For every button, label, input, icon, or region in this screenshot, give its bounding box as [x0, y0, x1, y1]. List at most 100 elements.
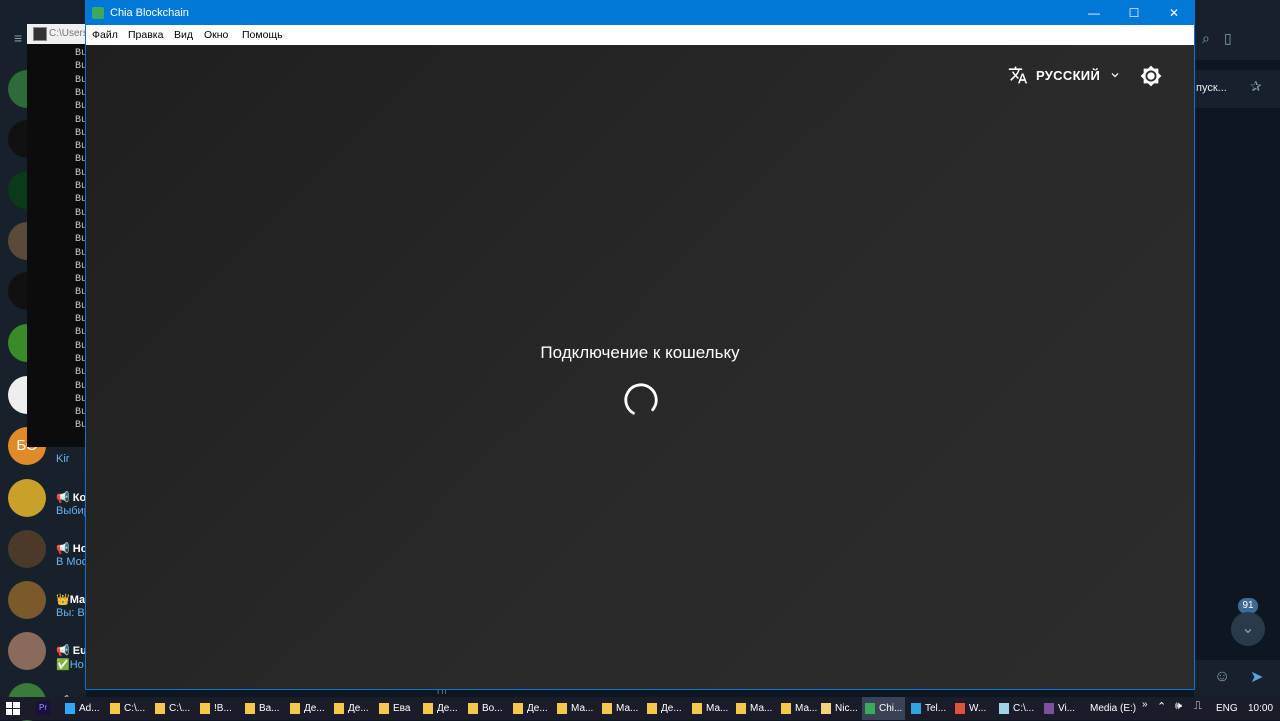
- chat-header: ⌕ ▯: [1194, 0, 1280, 60]
- app-icon: [200, 703, 210, 714]
- taskbar-label: C:\...: [169, 703, 191, 714]
- taskbar-button[interactable]: Де...: [510, 697, 551, 720]
- taskbar-label: Де...: [661, 703, 682, 714]
- taskbar-button[interactable]: Во...: [465, 697, 506, 720]
- language-label: РУССКИЙ: [1036, 67, 1101, 83]
- app-icon: [334, 703, 344, 714]
- chat-avatar[interactable]: [8, 632, 46, 670]
- input-language[interactable]: ENG: [1216, 697, 1238, 720]
- menu-icon[interactable]: ≡: [14, 30, 22, 46]
- menu-bar: Файл Правка Вид Окно Помощь: [86, 25, 1194, 45]
- chat-title[interactable]: 📢 Ко: [56, 491, 86, 504]
- app-icon: [911, 703, 921, 714]
- taskbar-button[interactable]: Ad...: [62, 697, 103, 720]
- taskbar-button[interactable]: Де...: [287, 697, 328, 720]
- taskbar-button[interactable]: Ма...: [778, 697, 820, 720]
- menu-help[interactable]: Помощь: [242, 29, 283, 41]
- taskbar-label: Ва...: [259, 703, 280, 714]
- taskbar-button[interactable]: Nic...: [818, 697, 861, 720]
- chevron-down-icon: [1111, 73, 1119, 78]
- taskbar-button[interactable]: !В...: [197, 697, 235, 720]
- menu-window[interactable]: Окно: [204, 29, 228, 41]
- app-icon: [468, 703, 478, 714]
- taskbar-button[interactable]: W...: [952, 697, 989, 720]
- taskbar-button[interactable]: Vi...: [1041, 697, 1078, 720]
- taskbar-label: !В...: [214, 703, 232, 714]
- status-message: Подключение к кошельку: [540, 343, 740, 362]
- tray-up-icon[interactable]: ⌃: [1157, 700, 1166, 713]
- taskbar-button[interactable]: Де...: [420, 697, 461, 720]
- app-icon: [379, 703, 389, 714]
- clock[interactable]: 10:00: [1248, 697, 1273, 720]
- chat-title[interactable]: 👑Ма: [56, 593, 85, 606]
- pin-icon[interactable]: ✰: [1250, 78, 1262, 95]
- taskbar-button[interactable]: Ма...: [599, 697, 641, 720]
- app-icon: [602, 703, 612, 714]
- chat-avatar[interactable]: [8, 530, 46, 568]
- taskbar-button[interactable]: Ева: [376, 697, 413, 720]
- app-icon: [999, 703, 1009, 714]
- network-icon[interactable]: ⎍: [1194, 700, 1202, 713]
- minimize-button[interactable]: —: [1074, 1, 1114, 25]
- app-icon: [110, 703, 120, 714]
- tray-chevron[interactable]: »: [1142, 693, 1148, 716]
- chat-preview: В Мос: [56, 556, 88, 568]
- chat-preview: Kir: [56, 453, 70, 465]
- translate-icon: [1008, 66, 1028, 84]
- maximize-button[interactable]: ☐: [1114, 1, 1154, 25]
- taskbar-label: Ма...: [795, 703, 818, 714]
- taskbar-button[interactable]: Ма...: [733, 697, 775, 720]
- app-icon: [781, 703, 791, 714]
- taskbar-button[interactable]: Де...: [331, 697, 372, 720]
- chat-title[interactable]: 📢 Eu: [56, 644, 87, 657]
- chat-title[interactable]: 📢 Но: [56, 542, 87, 555]
- taskbar-label: Во...: [482, 703, 503, 714]
- window-titlebar[interactable]: Chia Blockchain — ☐ ✕: [86, 1, 1194, 25]
- menu-edit[interactable]: Правка: [128, 29, 163, 41]
- taskbar-button[interactable]: Ма...: [554, 697, 596, 720]
- app-icon: [513, 703, 523, 714]
- taskbar-label: Ad...: [79, 703, 100, 714]
- app-content: РУССКИЙ Подключение к кошельку: [86, 45, 1194, 689]
- taskbar: Pr Ad... C:\... C:\... !В... Ва... Де... Де...…: [0, 697, 1280, 720]
- taskbar-button[interactable]: C:\...: [152, 697, 193, 720]
- close-button[interactable]: ✕: [1154, 1, 1194, 25]
- taskbar-button[interactable]: C:\...: [107, 697, 148, 720]
- chat-area: [1194, 60, 1280, 697]
- window-title: Chia Blockchain: [110, 7, 189, 19]
- search-icon[interactable]: ⌕: [1202, 30, 1210, 47]
- chat-avatar[interactable]: [8, 581, 46, 619]
- language-selector[interactable]: РУССКИЙ: [1008, 65, 1122, 85]
- send-icon[interactable]: ➤: [1250, 667, 1263, 687]
- drive-label[interactable]: Media (E:): [1090, 697, 1136, 720]
- app-icon: [65, 703, 75, 714]
- app-icon: [1044, 703, 1054, 714]
- taskbar-label: Nic...: [835, 703, 858, 714]
- brightness-icon[interactable]: [1140, 65, 1162, 87]
- app-icon: [155, 703, 165, 714]
- taskbar-button[interactable]: Де...: [644, 697, 685, 720]
- taskbar-button[interactable]: Ва...: [242, 697, 283, 720]
- chia-app-icon: [92, 7, 104, 19]
- app-icon: [647, 703, 657, 714]
- app-icon: [821, 703, 831, 714]
- sidebar-toggle-icon[interactable]: ▯: [1224, 30, 1232, 47]
- taskbar-label: Ма...: [706, 703, 729, 714]
- menu-view[interactable]: Вид: [174, 29, 193, 41]
- app-icon: [865, 703, 875, 714]
- taskbar-label: Vi...: [1058, 703, 1076, 714]
- taskbar-button[interactable]: Ма...: [689, 697, 731, 720]
- taskbar-label: Де...: [348, 703, 369, 714]
- emoji-icon[interactable]: ☺: [1214, 668, 1230, 686]
- taskbar-button[interactable]: Tel...: [908, 697, 949, 720]
- message-input-area[interactable]: ☺ ➤: [1194, 660, 1280, 697]
- chat-avatar[interactable]: [8, 479, 46, 517]
- start-icon[interactable]: [6, 702, 20, 715]
- volume-icon[interactable]: 🕪: [1175, 700, 1182, 713]
- scroll-down-button[interactable]: ⌄: [1231, 612, 1265, 646]
- taskbar-button[interactable]: Chi...: [862, 697, 906, 720]
- console-titlebar[interactable]: C:\Users: [27, 24, 88, 44]
- taskbar-button[interactable]: C:\...: [996, 697, 1037, 720]
- premiere-icon[interactable]: Pr: [36, 701, 50, 715]
- menu-file[interactable]: Файл: [92, 29, 118, 41]
